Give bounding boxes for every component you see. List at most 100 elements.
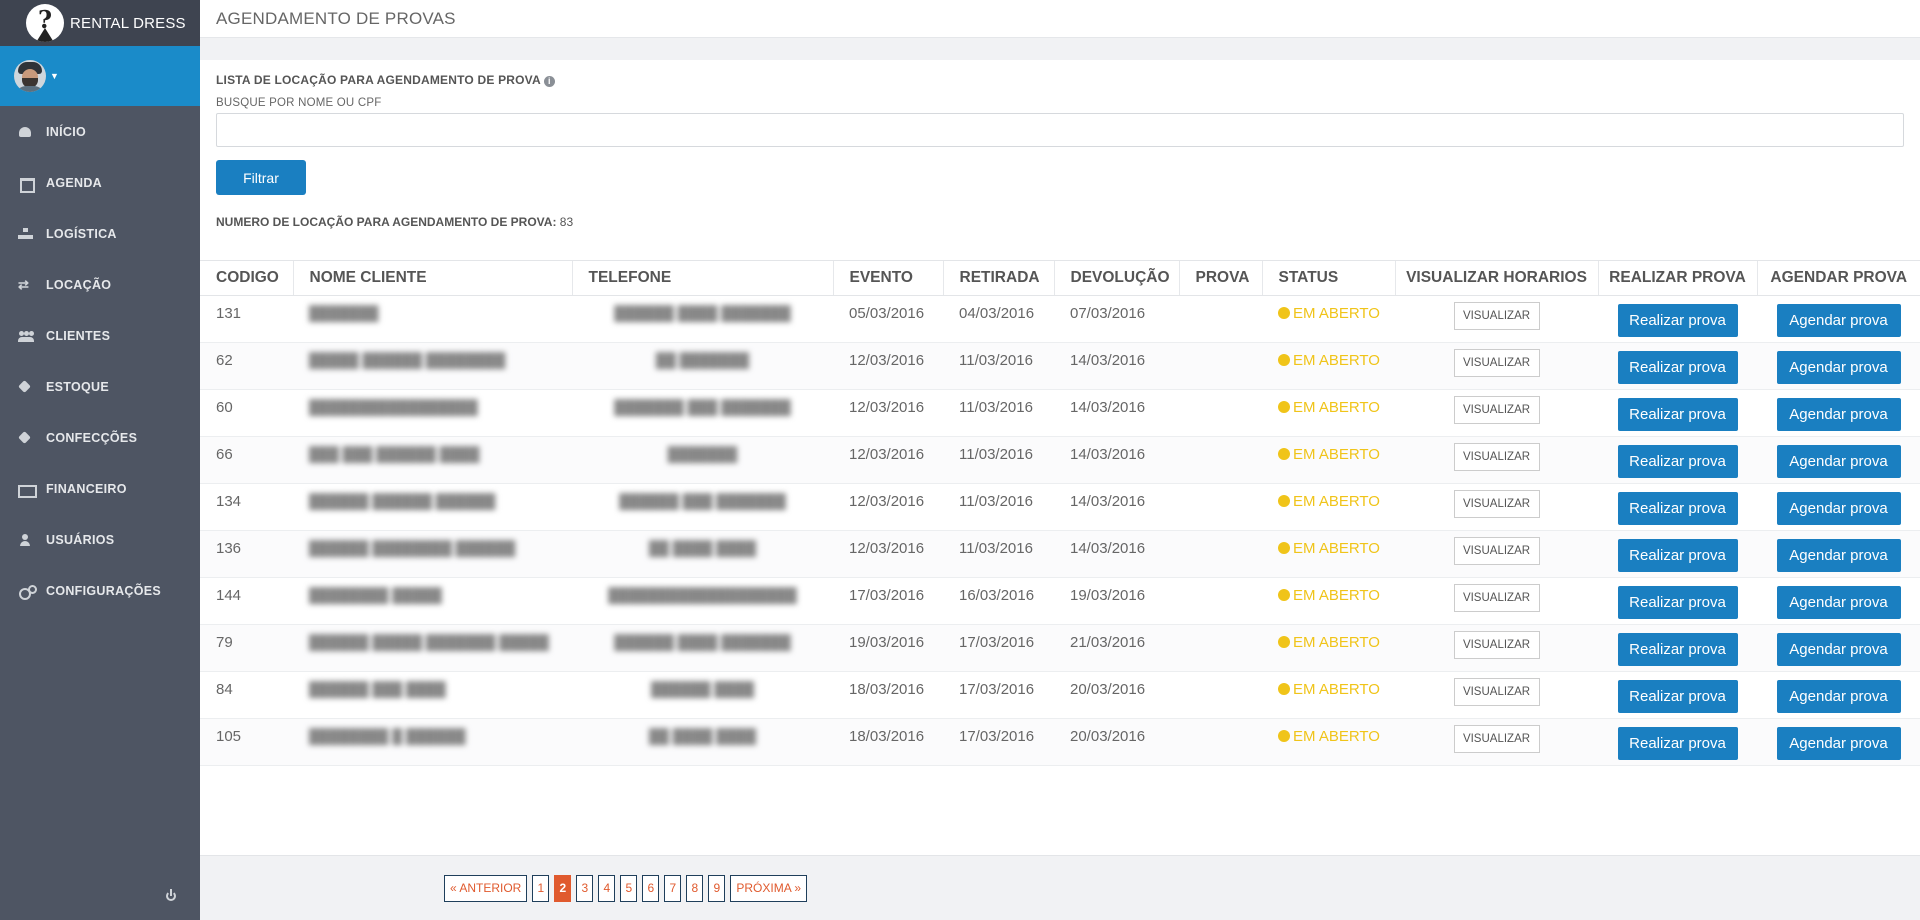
pagination-page-3[interactable]: 3 bbox=[576, 875, 594, 902]
agendar-prova-button[interactable]: Agendar prova bbox=[1776, 397, 1901, 431]
sidebar-item-estoque[interactable]: ESTOQUE bbox=[0, 361, 200, 412]
agendar-prova-button[interactable]: Agendar prova bbox=[1776, 632, 1901, 666]
realizar-prova-button[interactable]: Realizar prova bbox=[1617, 538, 1738, 572]
cell-devolucao: 14/03/2016 bbox=[1054, 436, 1179, 484]
info-icon[interactable]: i bbox=[543, 76, 555, 87]
pagination-page-1[interactable]: 1 bbox=[532, 875, 550, 902]
col-telefone[interactable]: TELEFONE bbox=[572, 261, 834, 296]
sidebar-item-label: ESTOQUE bbox=[46, 379, 109, 394]
agendar-prova-button[interactable]: Agendar prova bbox=[1776, 585, 1901, 619]
realizar-prova-button[interactable]: Realizar prova bbox=[1617, 679, 1738, 713]
col-codigo[interactable]: CODIGO bbox=[200, 261, 294, 296]
cell-visualizar: VISUALIZAR bbox=[1395, 342, 1598, 390]
realizar-prova-button[interactable]: Realizar prova bbox=[1617, 491, 1738, 525]
col-nome-cliente[interactable]: NOME CLIENTE bbox=[293, 261, 573, 296]
sidebar-item-confeccoes[interactable]: CONFECÇÕES bbox=[0, 412, 200, 463]
cell-status: EM ABERTO bbox=[1262, 295, 1395, 343]
pagination-page-7[interactable]: 7 bbox=[664, 875, 682, 902]
visualizar-button[interactable]: VISUALIZAR bbox=[1453, 442, 1540, 471]
agendar-prova-button[interactable]: Agendar prova bbox=[1776, 679, 1901, 713]
status-dot-icon bbox=[1278, 306, 1290, 319]
cell-visualizar: VISUALIZAR bbox=[1395, 624, 1598, 672]
realizar-prova-button[interactable]: Realizar prova bbox=[1617, 444, 1738, 478]
brand[interactable]: ? RENTAL DRESS bbox=[0, 0, 200, 46]
realizar-prova-button[interactable]: Realizar prova bbox=[1617, 585, 1738, 619]
cell-retirada: 04/03/2016 bbox=[943, 295, 1054, 343]
sidebar-item-usuarios[interactable]: USUÁRIOS bbox=[0, 514, 200, 565]
blurred-name: ████████ █████ bbox=[309, 586, 442, 603]
cell-nome-cliente: █████████████████ bbox=[293, 389, 572, 437]
cell-visualizar: VISUALIZAR bbox=[1395, 295, 1598, 343]
realizar-prova-button[interactable]: Realizar prova bbox=[1617, 303, 1738, 337]
realizar-prova-button[interactable]: Realizar prova bbox=[1617, 632, 1738, 666]
power-icon[interactable] bbox=[164, 888, 178, 902]
brand-name: RENTAL DRESS bbox=[70, 14, 186, 32]
avatar[interactable] bbox=[14, 60, 46, 92]
user-bar[interactable]: ▼ bbox=[0, 46, 200, 106]
pagination-next[interactable]: PRÓXIMA » bbox=[730, 875, 808, 902]
cell-status: EM ABERTO bbox=[1262, 624, 1395, 672]
agendar-prova-button[interactable]: Agendar prova bbox=[1776, 726, 1901, 760]
search-input[interactable] bbox=[216, 113, 1904, 147]
tag-icon bbox=[18, 381, 34, 393]
col-realizar-prova[interactable]: REALIZAR PROVA bbox=[1598, 261, 1758, 296]
realizar-prova-button[interactable]: Realizar prova bbox=[1617, 397, 1738, 431]
visualizar-button[interactable]: VISUALIZAR bbox=[1453, 630, 1540, 659]
blurred-phone: ██ ████ ████ bbox=[649, 727, 756, 744]
visualizar-button[interactable]: VISUALIZAR bbox=[1453, 677, 1540, 706]
table-row: 105 ████████ █ ██████ ██ ████ ████ 18/03/20… bbox=[200, 718, 1920, 766]
cell-nome-cliente: █████ ██████ ████████ bbox=[293, 342, 572, 390]
agendar-prova-button[interactable]: Agendar prova bbox=[1776, 491, 1901, 525]
pagination-page-9[interactable]: 9 bbox=[708, 875, 726, 902]
sidebar-item-agenda[interactable]: AGENDA bbox=[0, 157, 200, 208]
visualizar-button[interactable]: VISUALIZAR bbox=[1453, 583, 1540, 612]
sidebar-item-clientes[interactable]: CLIENTES bbox=[0, 310, 200, 361]
sidebar-item-logistica[interactable]: LOGÍSTICA bbox=[0, 208, 200, 259]
col-visualizar-horarios[interactable]: VISUALIZAR HORARIOS bbox=[1395, 261, 1599, 296]
dashboard-icon bbox=[18, 126, 34, 138]
cell-prova bbox=[1179, 577, 1262, 625]
cell-codigo: 136 bbox=[200, 530, 293, 578]
col-status[interactable]: STATUS bbox=[1262, 261, 1396, 296]
filter-button[interactable]: Filtrar bbox=[216, 160, 306, 195]
pagination-page-6[interactable]: 6 bbox=[642, 875, 660, 902]
pagination-page-4[interactable]: 4 bbox=[598, 875, 616, 902]
status-dot-icon bbox=[1278, 447, 1290, 460]
cell-visualizar: VISUALIZAR bbox=[1395, 483, 1598, 531]
cell-status: EM ABERTO bbox=[1262, 342, 1395, 390]
sidebar-item-inicio[interactable]: INÍCIO bbox=[0, 106, 200, 157]
visualizar-button[interactable]: VISUALIZAR bbox=[1453, 395, 1540, 424]
pagination-prev[interactable]: « ANTERIOR bbox=[444, 875, 528, 902]
col-evento[interactable]: EVENTO bbox=[833, 261, 944, 296]
rental-count: NUMERO DE LOCAÇÃO PARA AGENDAMENTO DE PR… bbox=[216, 215, 573, 229]
cell-retirada: 17/03/2016 bbox=[943, 671, 1054, 719]
agendar-prova-button[interactable]: Agendar prova bbox=[1776, 444, 1901, 478]
col-prova[interactable]: PROVA bbox=[1179, 261, 1263, 296]
pagination-page-8[interactable]: 8 bbox=[686, 875, 704, 902]
cell-telefone: ██████ ████ bbox=[572, 671, 833, 719]
col-agendar-prova[interactable]: AGENDAR PROVA bbox=[1757, 261, 1920, 296]
agendar-prova-button[interactable]: Agendar prova bbox=[1776, 303, 1901, 337]
cell-prova bbox=[1179, 483, 1262, 531]
sidebar-item-configuracoes[interactable]: CONFIGURAÇÕES bbox=[0, 565, 200, 616]
pagination-page-2[interactable]: 2 bbox=[554, 875, 572, 902]
cell-codigo: 144 bbox=[200, 577, 293, 625]
chevron-down-icon[interactable]: ▼ bbox=[50, 71, 59, 81]
visualizar-button[interactable]: VISUALIZAR bbox=[1453, 724, 1540, 753]
realizar-prova-button[interactable]: Realizar prova bbox=[1617, 726, 1738, 760]
sidebar-item-financeiro[interactable]: FINANCEIRO bbox=[0, 463, 200, 514]
realizar-prova-button[interactable]: Realizar prova bbox=[1617, 350, 1738, 384]
agendar-prova-button[interactable]: Agendar prova bbox=[1776, 538, 1901, 572]
visualizar-button[interactable]: VISUALIZAR bbox=[1453, 348, 1540, 377]
sidebar-item-locacao[interactable]: ⇄ LOCAÇÃO bbox=[0, 259, 200, 310]
col-retirada[interactable]: RETIRADA bbox=[943, 261, 1055, 296]
pagination-page-5[interactable]: 5 bbox=[620, 875, 638, 902]
col-devolucao[interactable]: DEVOLUÇÃO bbox=[1054, 261, 1180, 296]
visualizar-button[interactable]: VISUALIZAR bbox=[1453, 489, 1540, 518]
agendar-prova-button[interactable]: Agendar prova bbox=[1776, 350, 1901, 384]
visualizar-button[interactable]: VISUALIZAR bbox=[1453, 301, 1540, 330]
sidebar-nav: INÍCIO AGENDA LOGÍSTICA ⇄ LOCAÇÃO CLIENTE… bbox=[0, 106, 200, 616]
status-badge: EM ABERTO bbox=[1293, 680, 1380, 698]
status-dot-icon bbox=[1278, 541, 1290, 554]
visualizar-button[interactable]: VISUALIZAR bbox=[1453, 536, 1540, 565]
